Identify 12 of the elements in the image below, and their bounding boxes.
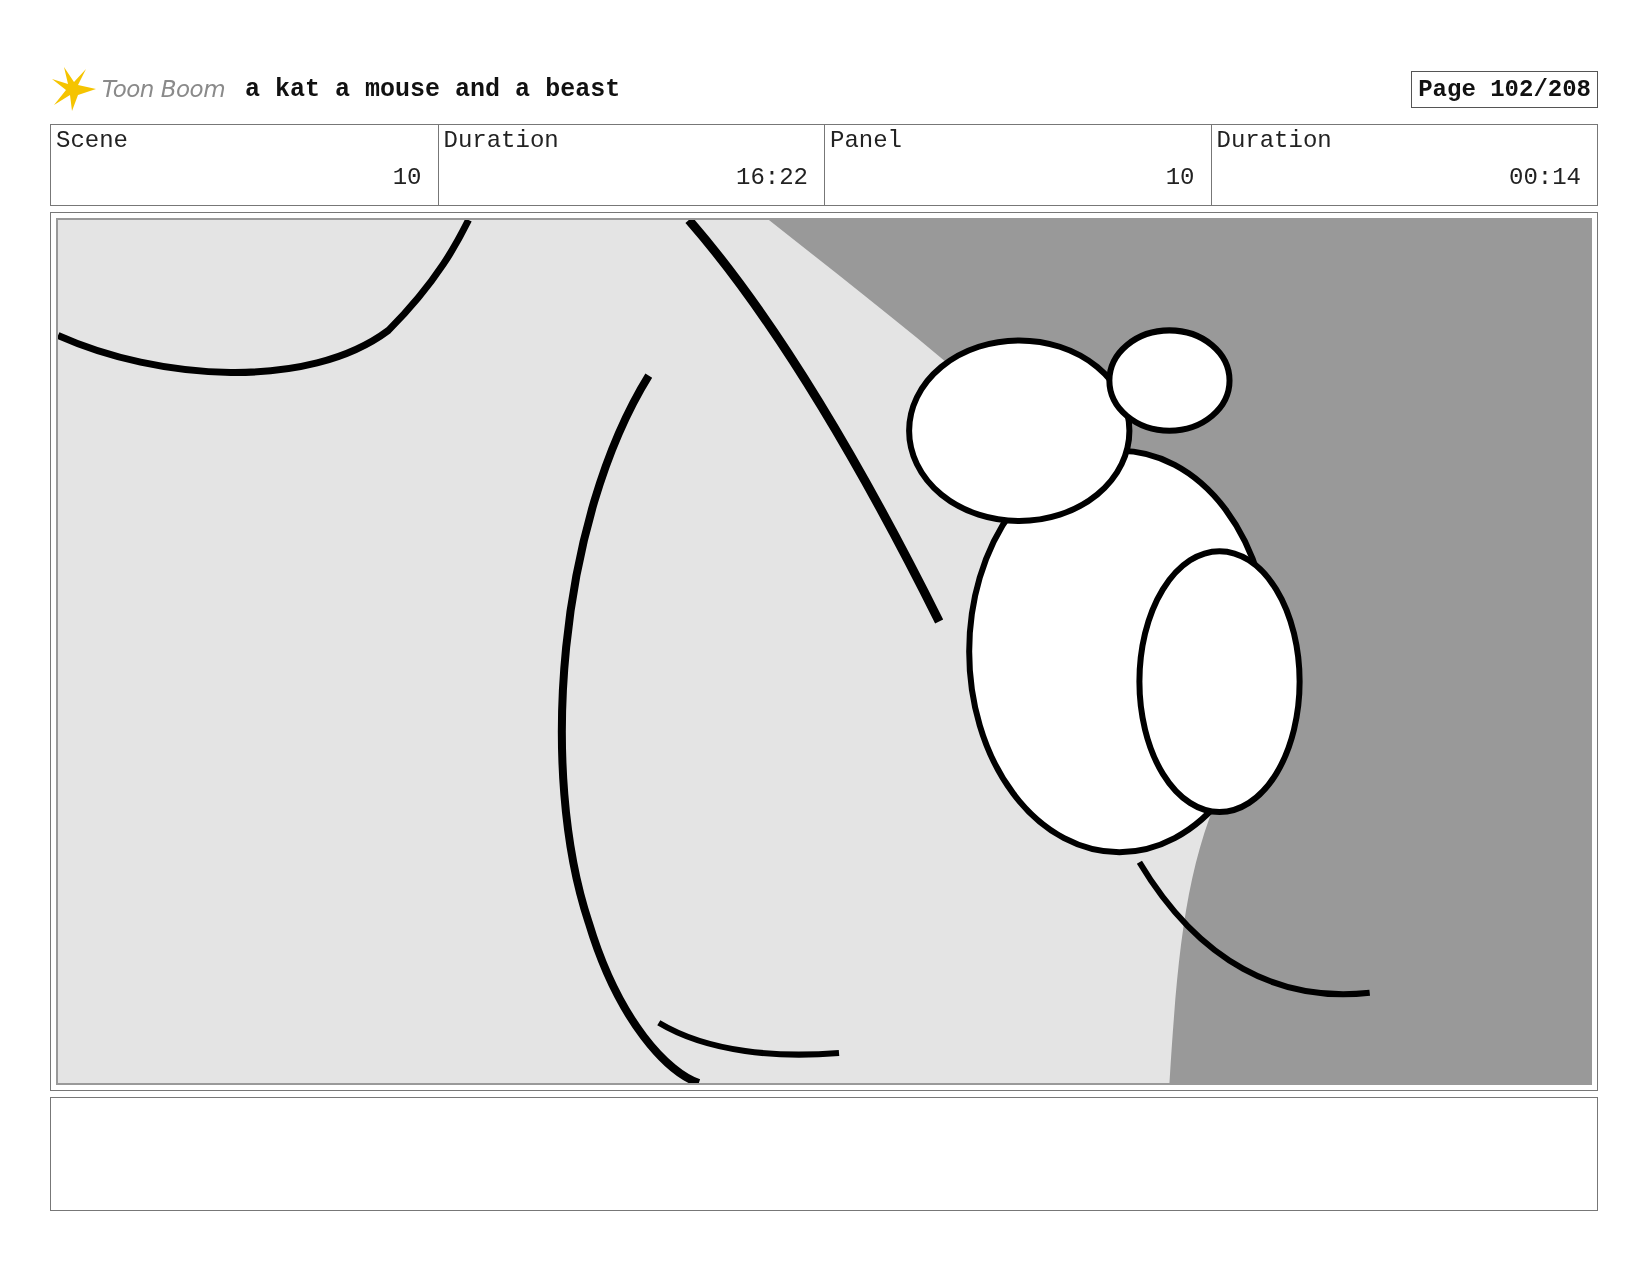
logo-text: Toon Boom [102,76,226,102]
info-label: Panel [830,127,903,154]
info-label: Scene [56,127,129,154]
project-title: a kat a mouse and a beast [245,74,621,104]
info-value: 10 [1165,164,1195,191]
info-value: 16:22 [736,164,808,191]
info-value: 10 [392,164,422,191]
info-value: 00:14 [1509,164,1581,191]
page-number: Page 102/208 [1411,70,1598,108]
info-label: Duration [1216,127,1333,154]
info-label: Duration [443,127,560,154]
starburst-icon [50,65,98,113]
